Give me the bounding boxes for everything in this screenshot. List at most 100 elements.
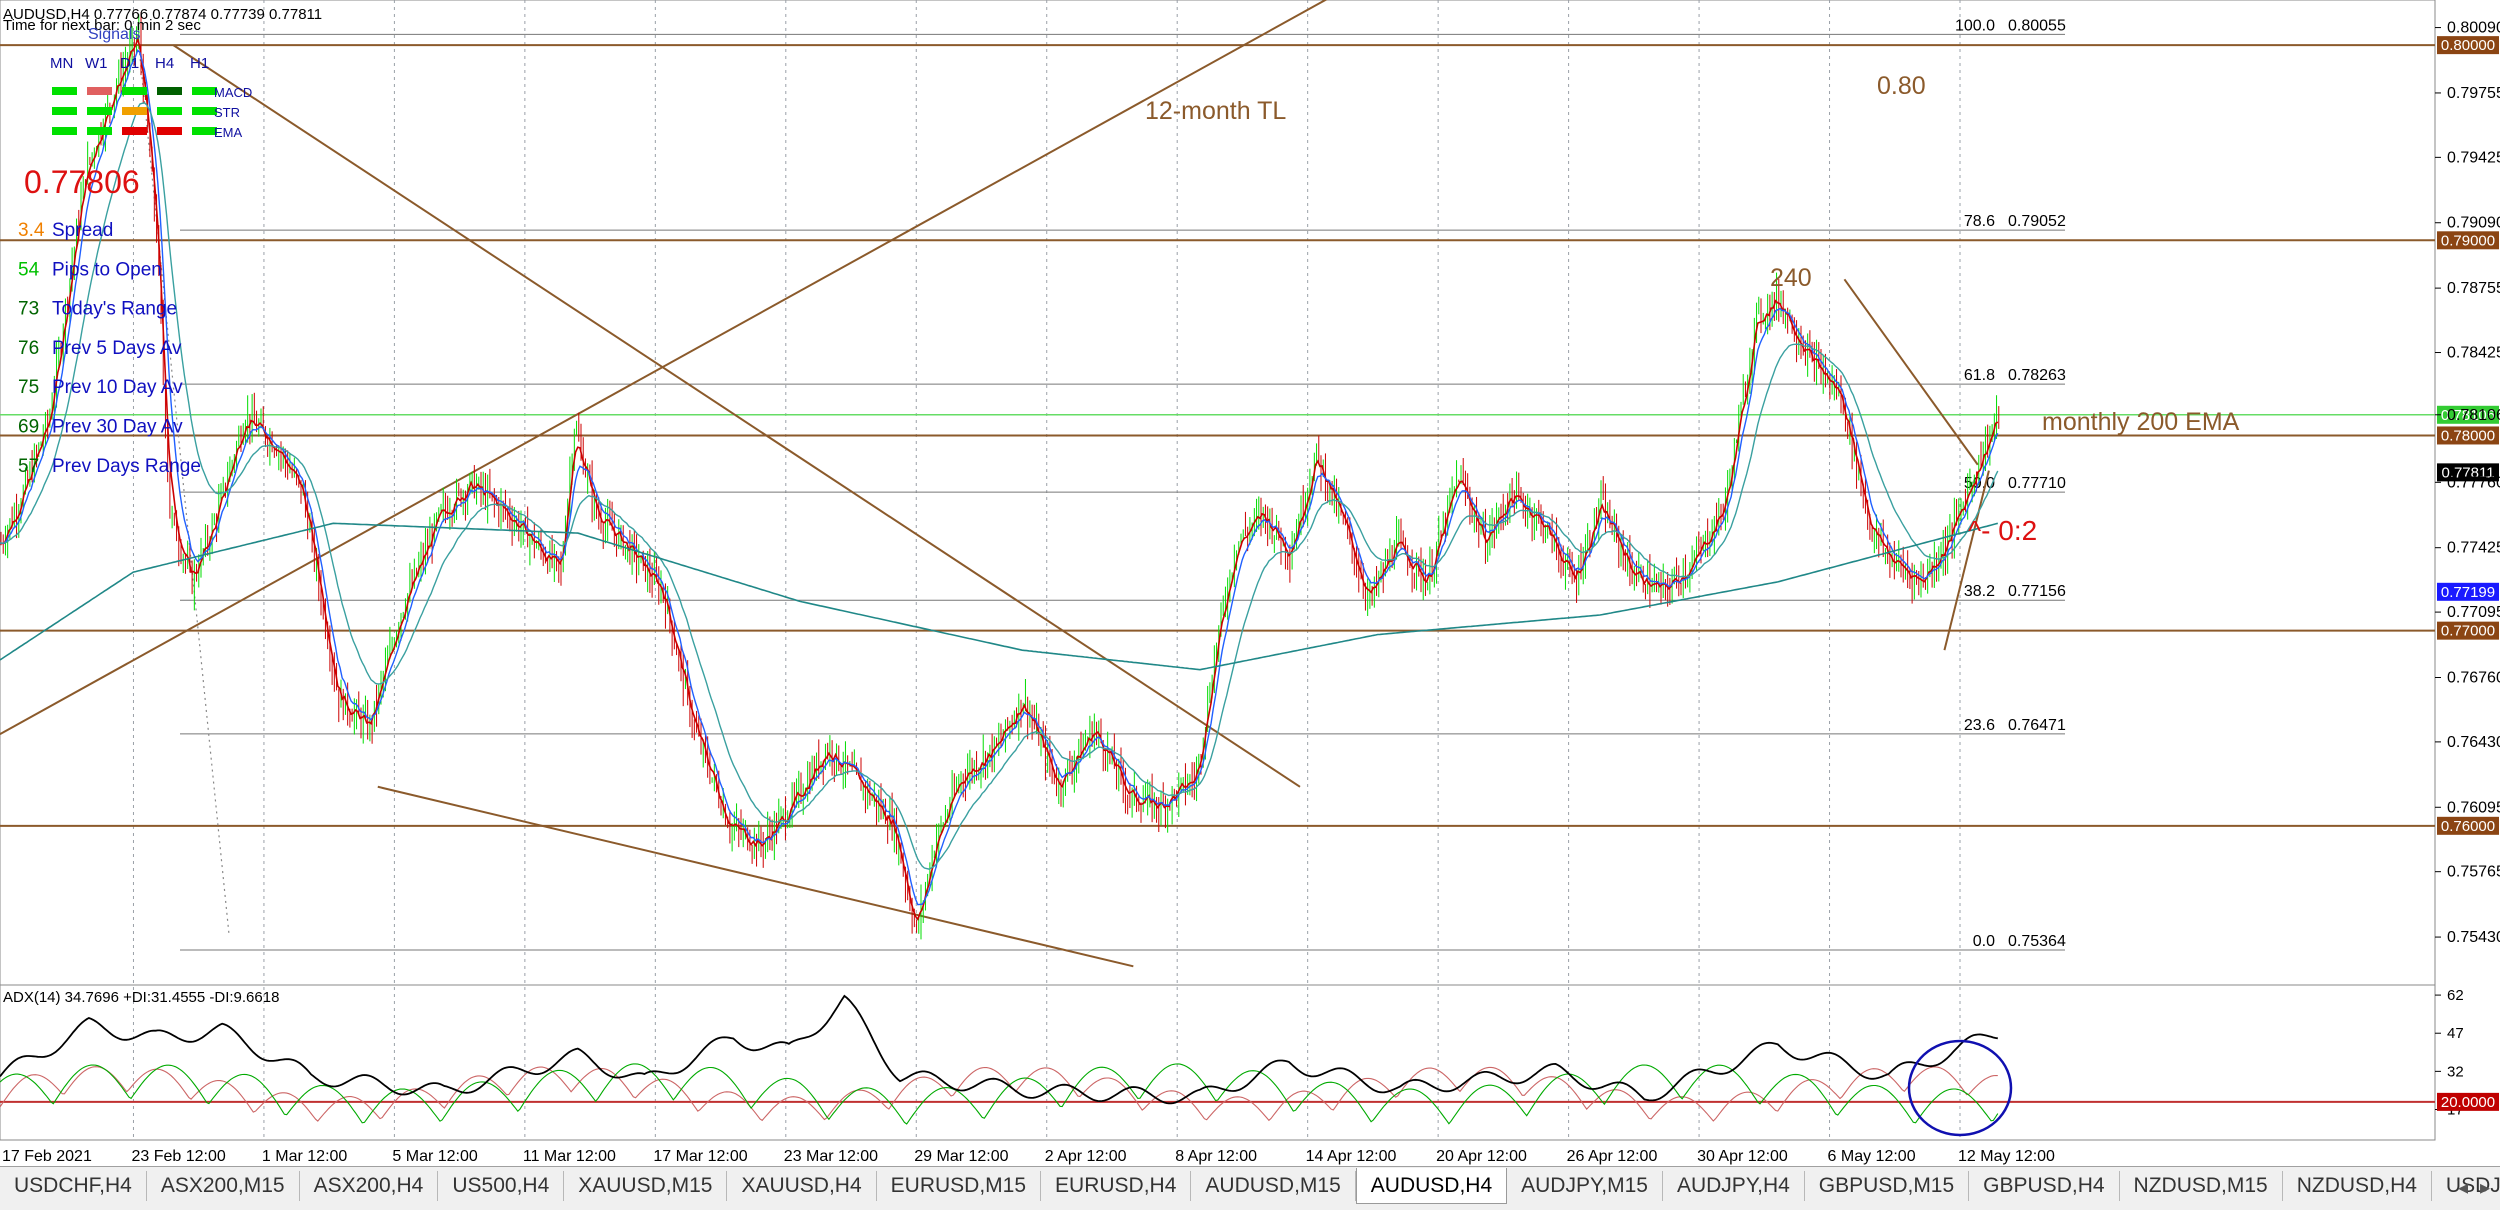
x-tick-label[interactable]: 2 Apr 12:00 <box>1045 1148 1127 1165</box>
fib-price: 0.75364 <box>2008 933 2066 950</box>
bid-price: 0.77806 <box>24 164 140 200</box>
signal-cell <box>157 87 182 95</box>
tab-asx200-m15[interactable]: ASX200,M15 <box>147 1171 300 1201</box>
price-tag-label: 0.78000 <box>2441 427 2495 444</box>
stat-label: Spread <box>52 220 113 241</box>
adx-tick-label: 47 <box>2447 1025 2464 1042</box>
signal-cell <box>122 107 147 115</box>
tab-gbpusd-h4[interactable]: GBPUSD,H4 <box>1969 1171 2120 1201</box>
x-tick-label[interactable]: 6 May 12:00 <box>1828 1148 1916 1165</box>
fib-price: 0.80055 <box>2008 17 2066 34</box>
y-tick-label: 0.75430 <box>2447 929 2500 946</box>
y-tick-label: 0.77425 <box>2447 540 2500 557</box>
chart-canvas[interactable]: 0.80000 0.79000 0.78000 0.77000 0.76000 0.781… <box>0 0 2500 1166</box>
y-tick-label: 0.76760 <box>2447 669 2500 686</box>
stat-value: 73 <box>18 299 39 320</box>
signal-cell <box>87 87 112 95</box>
signal-row-label: MACD <box>214 85 252 100</box>
tab-usdchf-h4[interactable]: USDCHF,H4 <box>0 1171 147 1201</box>
x-tick-label[interactable]: 30 Apr 12:00 <box>1697 1148 1788 1165</box>
x-tick-label[interactable]: 17 Mar 12:00 <box>653 1148 747 1165</box>
stat-label: Prev 10 Day Av <box>52 377 183 398</box>
x-tick-label[interactable]: 20 Apr 12:00 <box>1436 1148 1527 1165</box>
x-tick-label[interactable]: 26 Apr 12:00 <box>1567 1148 1658 1165</box>
fib-ratio: 50.0 <box>1964 475 1995 492</box>
price-axis[interactable]: 0.80090 0.79755 0.79425 0.79090 0.78755 0.784… <box>2435 20 2500 946</box>
tab-asx200-h4[interactable]: ASX200,H4 <box>300 1171 439 1201</box>
price-tag-label: 0.77199 <box>2441 584 2495 601</box>
x-tick-label[interactable]: 5 Mar 12:00 <box>392 1148 477 1165</box>
fib-ratio: 100.0 <box>1955 17 1995 34</box>
tab-audusd-m15[interactable]: AUDUSD,M15 <box>1191 1171 1356 1201</box>
tab-nzdusd-m15[interactable]: NZDUSD,M15 <box>2120 1171 2283 1201</box>
level-label: 0.80 <box>1877 72 1926 100</box>
y-tick-label: 0.78106 <box>2447 407 2500 424</box>
signal-cell <box>157 107 182 115</box>
price-tag-label: 0.76000 <box>2441 818 2495 835</box>
y-tick-label: 0.80090 <box>2447 20 2500 37</box>
fib-ratio: 61.8 <box>1964 367 1995 384</box>
x-tick-label[interactable]: 8 Apr 12:00 <box>1175 1148 1257 1165</box>
signal-cell <box>157 127 182 135</box>
scroll-left-icon[interactable]: ◂ <box>2452 1175 2474 1200</box>
signal-timeframe: MN <box>50 55 73 72</box>
stat-value: 3.4 <box>18 220 45 241</box>
fib-ratio: 0.0 <box>1973 933 1995 950</box>
stat-value: 57 <box>18 456 39 477</box>
signal-cell <box>52 87 77 95</box>
scroll-right-icon[interactable]: ▸ <box>2474 1175 2496 1200</box>
tab-nzdusd-h4[interactable]: NZDUSD,H4 <box>2283 1171 2432 1201</box>
peak-label: 240 <box>1770 264 1812 292</box>
y-tick-label: 0.79090 <box>2447 215 2500 232</box>
stat-value: 54 <box>18 259 40 280</box>
signal-row-label: STR <box>214 105 240 120</box>
y-tick-label: 0.79425 <box>2447 149 2500 166</box>
y-tick-label: 0.77760 <box>2447 474 2500 491</box>
fib-price: 0.77710 <box>2008 475 2066 492</box>
x-tick-label[interactable]: 17 Feb 2021 <box>2 1148 92 1165</box>
trendline-label: 12-month TL <box>1145 97 1286 125</box>
adx-level-label: 20.0000 <box>2441 1094 2495 1111</box>
symbol-tab-bar: USDCHF,H4 ASX200,M15 ASX200,H4 US500,H4 XAUU… <box>0 1166 2500 1210</box>
tab-eurusd-m15[interactable]: EURUSD,M15 <box>877 1171 1042 1201</box>
tab-gbpusd-m15[interactable]: GBPUSD,M15 <box>1805 1171 1970 1201</box>
tab-audusd-h4[interactable]: AUDUSD,H4 <box>1355 1168 1508 1204</box>
fib-ratio: 38.2 <box>1964 583 1995 600</box>
y-tick-label: 0.79755 <box>2447 85 2500 102</box>
signal-cell <box>87 107 112 115</box>
y-tick-label: 0.78425 <box>2447 345 2500 362</box>
price-tag-label: 0.80000 <box>2441 37 2495 54</box>
y-tick-label: 0.76095 <box>2447 799 2500 816</box>
fib-ratio: 78.6 <box>1964 213 1995 230</box>
tab-xauusd-m15[interactable]: XAUUSD,M15 <box>564 1171 728 1201</box>
x-tick-label[interactable]: 23 Feb 12:00 <box>131 1148 225 1165</box>
tab-audjpy-h4[interactable]: AUDJPY,H4 <box>1663 1171 1805 1201</box>
stat-label: Prev 5 Days Av <box>52 338 182 359</box>
x-tick-label[interactable]: 23 Mar 12:00 <box>784 1148 878 1165</box>
stat-label: Prev Days Range <box>52 456 201 477</box>
fib-price: 0.79052 <box>2008 213 2066 230</box>
x-tick-label[interactable]: 14 Apr 12:00 <box>1306 1148 1397 1165</box>
stat-label: Today's Range <box>52 299 177 320</box>
stat-value: 69 <box>18 417 39 438</box>
stat-label: Prev 30 Day Av <box>52 417 183 438</box>
time-axis[interactable]: 17 Feb 2021 23 Feb 12:00 1 Mar 12:00 5 Mar … <box>2 1148 2055 1165</box>
stat-value: 75 <box>18 377 39 398</box>
adx-tick-label: 32 <box>2447 1063 2464 1080</box>
ema-label: monthly 200 EMA <box>2042 408 2240 436</box>
tab-xauusd-h4[interactable]: XAUUSD,H4 <box>727 1171 877 1201</box>
tab-scroll-controls: ◂ ▸ <box>2452 1175 2496 1200</box>
signal-timeframe: D1 <box>120 55 139 72</box>
x-tick-label[interactable]: 29 Mar 12:00 <box>914 1148 1008 1165</box>
signal-cell <box>122 127 147 135</box>
signal-timeframe: W1 <box>85 55 108 72</box>
x-tick-label[interactable]: 11 Mar 12:00 <box>523 1148 616 1165</box>
tab-audjpy-m15[interactable]: AUDJPY,M15 <box>1507 1171 1663 1201</box>
signal-cell <box>122 87 147 95</box>
stat-value: 76 <box>18 338 39 359</box>
x-tick-label[interactable]: 1 Mar 12:00 <box>262 1148 347 1165</box>
x-tick-label[interactable]: 12 May 12:00 <box>1958 1148 2055 1165</box>
tab-eurusd-h4[interactable]: EURUSD,H4 <box>1041 1171 1192 1201</box>
stat-label: Pips to Open <box>52 259 162 280</box>
tab-us500-h4[interactable]: US500,H4 <box>438 1171 565 1201</box>
